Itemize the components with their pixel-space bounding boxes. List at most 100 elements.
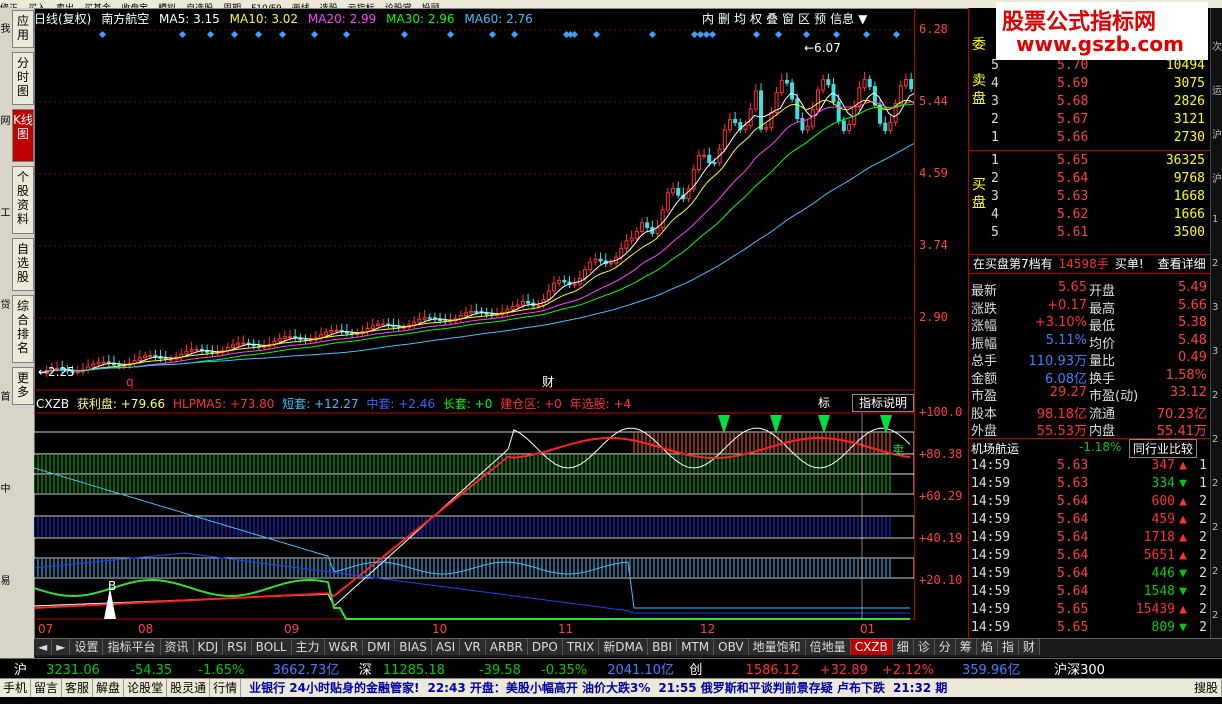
- indicator-tab[interactable]: 设置: [70, 639, 104, 655]
- sell-order-row[interactable]: 1 5.66 2730: [969, 130, 1211, 148]
- queue-count: 14598手: [1058, 257, 1109, 271]
- left-tab[interactable]: 分时图: [12, 52, 34, 105]
- candle-body: [329, 329, 334, 333]
- indicator-tab[interactable]: VR: [460, 639, 486, 655]
- indicator-tab[interactable]: BBI: [648, 639, 678, 655]
- indicator-tab[interactable]: DPO: [527, 639, 563, 655]
- indicator-tab[interactable]: TRIX: [562, 639, 600, 655]
- sell-order-row[interactable]: 5 5.70 10494: [969, 58, 1211, 76]
- ticker-button[interactable]: 股灵通: [167, 679, 211, 697]
- indicator-tab[interactable]: 地量饱和: [748, 639, 806, 655]
- buy-order-row[interactable]: 2 5.64 9768: [969, 171, 1211, 189]
- ticker-button[interactable]: 解盘: [93, 679, 125, 697]
- tick-row: 14:59 5.64 446 ▼ 2: [969, 566, 1211, 584]
- indicator-tab[interactable]: OBV: [714, 639, 749, 655]
- signal-diamond: [488, 30, 497, 39]
- chart-tool-button[interactable]: 叠: [764, 10, 780, 27]
- indicator-tab[interactable]: 新DMA: [599, 639, 649, 655]
- right-edge-char: 沪: [1212, 130, 1222, 141]
- tab-scroll-left-icon[interactable]: ◄: [34, 639, 53, 655]
- arrow-up-icon: ▲: [1179, 494, 1187, 509]
- left-tab[interactable]: 综合排名: [12, 295, 34, 363]
- chart-tool-button[interactable]: 内: [700, 10, 716, 27]
- left-tab[interactable]: 更多: [12, 367, 34, 405]
- ticker-button[interactable]: 论股堂: [124, 679, 168, 697]
- indicator-tab[interactable]: 焰: [976, 639, 998, 655]
- candle-body: [469, 310, 474, 314]
- order-volume: 1666: [1173, 207, 1205, 222]
- industry-row: 机场航运 -1.18% 同行业比较: [969, 438, 1211, 458]
- chart-tool-button[interactable]: 均: [732, 10, 748, 27]
- candle-body: [241, 342, 246, 345]
- view-detail-link[interactable]: 查看详细: [1158, 257, 1206, 271]
- left-tab[interactable]: 个股资料: [12, 166, 34, 234]
- left-tab[interactable]: 自选股: [12, 238, 34, 291]
- news-item[interactable]: 业银行 24小时贴身的金融管家!: [249, 679, 419, 697]
- indicator-tab[interactable]: CXZB: [850, 639, 893, 655]
- indicator-tab[interactable]: 指: [997, 639, 1019, 655]
- ticker-button[interactable]: 手机: [0, 679, 32, 697]
- indicator-tab[interactable]: W&R: [324, 639, 364, 655]
- buy-order-row[interactable]: 5 5.61 3500: [969, 225, 1211, 243]
- indicator-tab[interactable]: 主力: [291, 639, 325, 655]
- buy-order-row[interactable]: 4 5.62 1666: [969, 207, 1211, 225]
- indicator-tab[interactable]: ARBR: [485, 639, 528, 655]
- tab-scroll-right-icon[interactable]: ►: [52, 639, 71, 655]
- chart-tool-button[interactable]: 区: [796, 10, 812, 27]
- chart-tool-button[interactable]: 预: [812, 10, 828, 27]
- right-edge-char: 2: [1212, 390, 1219, 401]
- indicator-help-button[interactable]: 指标说明: [852, 394, 914, 412]
- left-tab[interactable]: K线图: [12, 109, 34, 162]
- buy-order-row[interactable]: 3 5.63 1668: [969, 189, 1211, 207]
- ticker-button[interactable]: 客服: [62, 679, 94, 697]
- tick-price: 5.64: [1057, 530, 1089, 545]
- indicator-tab[interactable]: 分: [934, 639, 956, 655]
- news-item[interactable]: 21:55 俄罗斯和平谈判前景存疑 卢布下跌: [658, 679, 885, 697]
- signal-diamond: [254, 30, 263, 39]
- indicator-tab[interactable]: ASI: [431, 639, 461, 655]
- sell-order-row[interactable]: 2 5.67 3121: [969, 112, 1211, 130]
- sell-order-row[interactable]: 3 5.68 2826: [969, 94, 1211, 112]
- q-marker: q: [126, 375, 134, 389]
- indicator-tab[interactable]: MTM: [677, 639, 715, 655]
- candle-body: [898, 85, 903, 105]
- indicator-tab[interactable]: DMI: [363, 639, 396, 655]
- stat-label: 最低: [1089, 319, 1116, 334]
- chart-tool-button[interactable]: 窗: [780, 10, 796, 27]
- indicator-tab[interactable]: BOLL: [251, 639, 292, 655]
- dropdown-arrow-icon[interactable]: ▼: [856, 12, 869, 26]
- indicator-tab[interactable]: 倍地量: [805, 639, 851, 655]
- indicator-tab[interactable]: 资讯: [160, 639, 194, 655]
- candle-body: [836, 101, 841, 122]
- indicator-tab[interactable]: 筹: [955, 639, 977, 655]
- indicator-tab[interactable]: KDJ: [193, 639, 224, 655]
- indicator-tab[interactable]: 指标平台: [103, 639, 161, 655]
- indicator-tab[interactable]: 财: [1018, 639, 1040, 655]
- left-tab[interactable]: 应用: [12, 10, 34, 48]
- stat-value: 5.66: [1178, 297, 1207, 313]
- indicator-tab[interactable]: 诊: [913, 639, 935, 655]
- indicator-tab[interactable]: RSI: [223, 639, 252, 655]
- search-stock-button[interactable]: 搜股: [1191, 679, 1222, 697]
- chart-tool-button[interactable]: 删: [716, 10, 732, 27]
- signal-diamond: [892, 30, 901, 39]
- indicator-tab[interactable]: 细: [892, 639, 914, 655]
- sz-label: 深: [358, 663, 372, 678]
- tick-count: 1: [1199, 458, 1207, 473]
- ticker-button[interactable]: 留言: [31, 679, 63, 697]
- sell-order-row[interactable]: 4 5.69 3075: [969, 76, 1211, 94]
- news-item[interactable]: 22:43 开盘：美股小幅高开 油价大跌3%: [427, 679, 650, 697]
- tick-price: 5.65: [1057, 620, 1089, 635]
- ma10-label: MA10: 3.02: [229, 12, 299, 26]
- kline-chart[interactable]: ←6.07 ←2.25 q 财卖 B: [34, 8, 914, 620]
- buy-order-row[interactable]: 1 5.65 36325: [969, 153, 1211, 171]
- indicator-tab[interactable]: BIAS: [395, 639, 432, 655]
- chart-tool-button[interactable]: 权: [748, 10, 764, 27]
- left-edge-strip: 我网工贷首中易: [0, 8, 11, 680]
- compare-industry-button[interactable]: 同行业比较: [1129, 439, 1198, 458]
- right-edge-strip[interactable]: 次运沪沪1233222222: [1210, 8, 1222, 638]
- news-item[interactable]: 21:32 期: [893, 679, 947, 697]
- tick-volume: 15439: [1135, 602, 1175, 617]
- chart-tool-button[interactable]: 信息: [828, 10, 856, 27]
- ticker-button[interactable]: 行情: [210, 679, 242, 697]
